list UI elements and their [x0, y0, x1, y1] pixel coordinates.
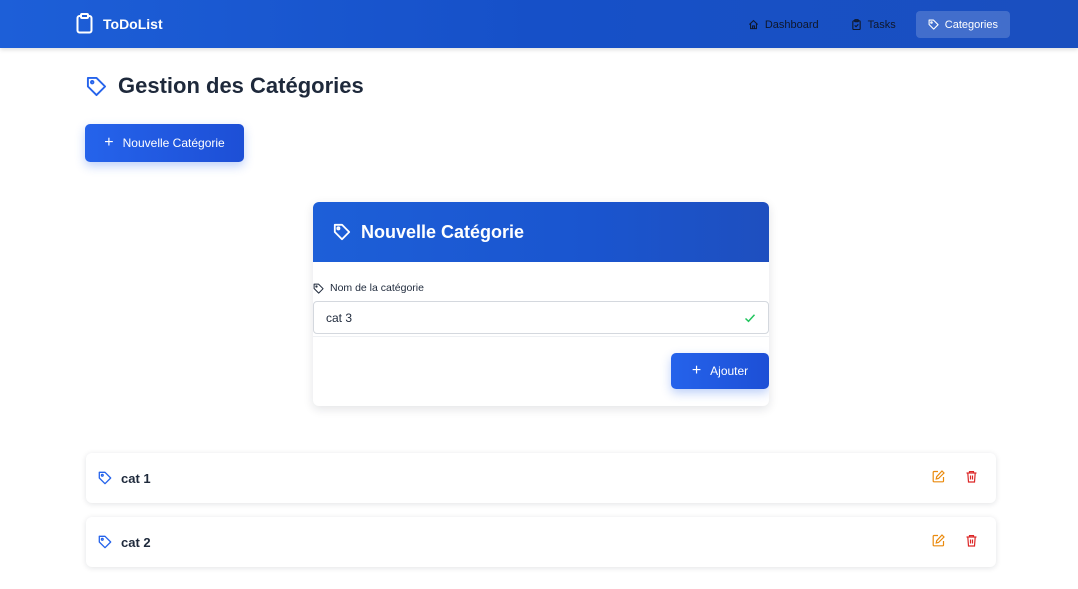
- card-divider: [313, 336, 769, 337]
- add-button[interactable]: + Ajouter: [671, 353, 769, 389]
- brand[interactable]: ToDoList: [76, 13, 163, 34]
- trash-icon[interactable]: [965, 534, 978, 547]
- tag-icon: [928, 19, 939, 30]
- new-category-button[interactable]: + Nouvelle Catégorie: [85, 124, 244, 162]
- nav-link-tasks[interactable]: Tasks: [839, 11, 908, 38]
- category-name-label-text: Nom de la catégorie: [330, 282, 424, 294]
- trash-icon[interactable]: [965, 470, 978, 483]
- category-name-label: Nom de la catégorie: [313, 282, 424, 294]
- page-title: Gestion des Catégories: [118, 73, 364, 98]
- nav-link-categories[interactable]: Categories: [915, 11, 1010, 38]
- nav-link-label: Dashboard: [764, 18, 819, 31]
- edit-icon[interactable]: [932, 470, 945, 483]
- category-row: cat 2: [86, 517, 996, 567]
- clipboard-icon: [76, 13, 93, 34]
- category-name-value: cat 3: [326, 310, 353, 325]
- top-navbar: ToDoList Dashboard Tasks Categories: [0, 0, 1078, 48]
- tag-icon: [86, 76, 107, 96]
- card-header: Nouvelle Catégorie: [313, 202, 769, 262]
- tag-icon: [98, 471, 112, 485]
- plus-icon: +: [691, 362, 702, 379]
- row-actions: [932, 470, 978, 483]
- plus-icon: +: [104, 134, 114, 151]
- check-icon: [744, 313, 756, 322]
- tag-icon: [333, 223, 351, 241]
- nav-links: Dashboard Tasks Categories: [736, 11, 1010, 38]
- tag-icon: [98, 535, 112, 549]
- new-category-card: Nouvelle Catégorie Nom de la catégorie c…: [313, 202, 769, 406]
- edit-icon[interactable]: [932, 534, 945, 547]
- nav-link-dashboard[interactable]: Dashboard: [736, 11, 831, 38]
- brand-name: ToDoList: [103, 15, 163, 32]
- home-icon: [748, 19, 758, 30]
- tag-icon: [313, 283, 324, 294]
- clipboard-check-icon: [851, 19, 861, 30]
- category-name: cat 2: [121, 534, 151, 550]
- category-name-input[interactable]: cat 3: [313, 301, 769, 334]
- nav-link-label: Categories: [944, 18, 998, 31]
- card-title: Nouvelle Catégorie: [361, 221, 525, 242]
- category-row: cat 1: [86, 453, 996, 503]
- row-actions: [932, 534, 978, 547]
- new-category-button-label: Nouvelle Catégorie: [122, 136, 225, 150]
- add-button-label: Ajouter: [710, 364, 749, 378]
- nav-link-label: Tasks: [867, 18, 896, 31]
- page-header: Gestion des Catégories: [86, 73, 364, 99]
- category-name: cat 1: [121, 470, 151, 486]
